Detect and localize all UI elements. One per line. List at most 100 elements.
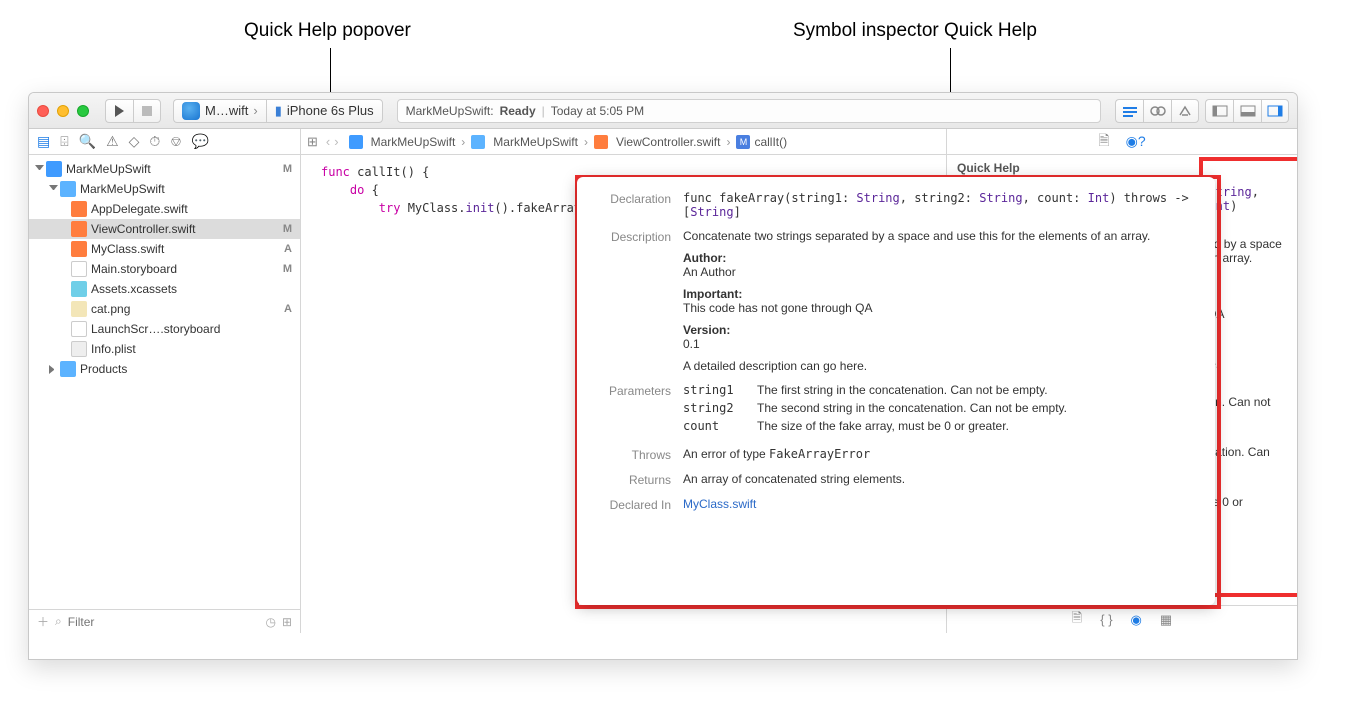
qh-declaredin-link[interactable]: MyClass.swift (683, 497, 1197, 512)
status-project: MarkMeUpSwift: (406, 104, 494, 118)
qh-label-parameters: Parameters (595, 383, 683, 437)
object-library-tab[interactable]: ◉ (1131, 612, 1142, 628)
toggle-utilities-button[interactable] (1261, 99, 1289, 123)
scheme-device-label: iPhone 6s Plus (287, 103, 374, 118)
source-editor[interactable]: func callIt() { do { try MyClass.init().… (301, 155, 947, 633)
run-stop-group (105, 99, 161, 123)
tree-item[interactable]: Assets.xcassets (29, 279, 300, 299)
swift-icon (594, 135, 608, 149)
chevron-icon: › (461, 135, 465, 149)
quickhelp-inspector-tab[interactable]: ◉? (1126, 133, 1146, 150)
tree-item[interactable]: LaunchScr….storyboard (29, 319, 300, 339)
left-pane-icon (1212, 105, 1228, 117)
disclosure-triangle-icon[interactable] (49, 365, 58, 374)
run-button[interactable] (105, 99, 133, 123)
assistant-editor-icon (1150, 104, 1166, 118)
titlebar: M…wift › ▮ iPhone 6s Plus MarkMeUpSwift:… (29, 93, 1297, 129)
annotation-inspector-label: Symbol inspector Quick Help (793, 20, 1037, 42)
tree-products[interactable]: Products (29, 359, 300, 379)
method-icon: M (736, 135, 750, 149)
breakpoint-navigator-tab[interactable]: ⎊ (170, 133, 181, 150)
project-icon (46, 161, 62, 177)
tree-item[interactable]: Main.storyboard M (29, 259, 300, 279)
file-inspector-tab[interactable]: 🗎 (1098, 130, 1109, 154)
filter-icon: ⌕ (55, 614, 62, 629)
scheme-target-label: M…wift (205, 103, 248, 118)
navigator-filter-bar: ＋ ⌕ ◷ ⊞ (29, 609, 300, 633)
back-button[interactable]: ‹ (326, 134, 330, 149)
qh-description: Concatenate two strings separated by a s… (683, 229, 1197, 373)
scm-status: M (283, 163, 292, 175)
jump-project[interactable]: MarkMeUpSwift (349, 135, 456, 149)
recent-filter-button[interactable]: ◷ (265, 615, 275, 629)
test-navigator-tab[interactable]: ◇ (129, 133, 140, 150)
image-icon (71, 301, 87, 317)
jump-bar: ⊞ ‹ › MarkMeUpSwift › MarkMeUpSwift › Vi… (301, 129, 947, 154)
annotation-popover-label: Quick Help popover (244, 20, 411, 42)
window-controls (37, 105, 89, 117)
qh-parameters: string1The first string in the concatena… (683, 383, 1197, 437)
toggle-debug-button[interactable] (1233, 99, 1261, 123)
project-navigator: MarkMeUpSwift M MarkMeUpSwift AppDelegat… (29, 155, 301, 633)
issue-navigator-tab[interactable]: ⚠ (106, 133, 119, 150)
disclosure-triangle-icon[interactable] (49, 185, 58, 194)
forward-button[interactable]: › (334, 134, 338, 149)
zoom-window-button[interactable] (77, 105, 89, 117)
standard-editor-button[interactable] (1115, 99, 1143, 123)
tree-item[interactable]: AppDelegate.swift (29, 199, 300, 219)
disclosure-triangle-icon[interactable] (35, 165, 44, 174)
add-button[interactable]: ＋ (37, 613, 49, 630)
jump-file[interactable]: ViewController.swift (594, 135, 720, 149)
app-icon (182, 102, 200, 120)
stop-button[interactable] (133, 99, 161, 123)
plist-icon (71, 341, 87, 357)
chevron-icon: › (726, 135, 730, 149)
version-editor-button[interactable] (1171, 99, 1199, 123)
storyboard-icon (71, 321, 87, 337)
tree-item[interactable]: cat.png A (29, 299, 300, 319)
status-time: Today at 5:05 PM (551, 104, 644, 118)
jump-group[interactable]: MarkMeUpSwift (471, 135, 578, 149)
secondary-bar: ▤ ⌹ 🔍 ⚠ ◇ ⏱ ⎊ 💬 ⊞ ‹ › MarkMeUpSwift › Ma… (29, 129, 1297, 155)
scheme-destination-button[interactable]: ▮ iPhone 6s Plus (266, 99, 383, 123)
status-separator: | (542, 104, 545, 118)
qh-throws: An error of type FakeArrayError (683, 447, 1197, 462)
report-navigator-tab[interactable]: 💬 (192, 133, 209, 150)
tree-group[interactable]: MarkMeUpSwift (29, 179, 300, 199)
tree-item-selected[interactable]: ViewController.swift M (29, 219, 300, 239)
minimize-window-button[interactable] (57, 105, 69, 117)
find-navigator-tab[interactable]: 🔍 (79, 133, 96, 150)
tree-item[interactable]: Info.plist (29, 339, 300, 359)
symbol-navigator-tab[interactable]: ⌹ (60, 133, 68, 150)
related-items-button[interactable]: ⊞ (307, 134, 318, 150)
right-pane-icon (1267, 105, 1283, 117)
folder-icon (60, 361, 76, 377)
swift-icon (71, 221, 87, 237)
assistant-editor-button[interactable] (1143, 99, 1171, 123)
scheme-target-button[interactable]: M…wift › (173, 99, 266, 123)
media-library-tab[interactable]: ▦ (1160, 612, 1172, 628)
tree-item[interactable]: MyClass.swift A (29, 239, 300, 259)
tree-group-label: MarkMeUpSwift (80, 182, 165, 196)
scheme-selector: M…wift › ▮ iPhone 6s Plus (173, 99, 383, 123)
code-snippet-library-tab[interactable]: { } (1100, 612, 1112, 627)
tree-root[interactable]: MarkMeUpSwift M (29, 159, 300, 179)
file-template-library-tab[interactable]: 🗎 (1072, 609, 1082, 631)
standard-editor-icon (1122, 105, 1138, 117)
close-window-button[interactable] (37, 105, 49, 117)
filter-input[interactable] (68, 615, 260, 629)
stop-icon (142, 106, 152, 116)
toggle-navigator-button[interactable] (1205, 99, 1233, 123)
scm-filter-button[interactable]: ⊞ (282, 615, 292, 629)
activity-status: MarkMeUpSwift: Ready | Today at 5:05 PM (397, 99, 1101, 123)
assets-icon (71, 281, 87, 297)
inspector-selector: 🗎 ◉? (947, 129, 1297, 154)
folder-icon (471, 135, 485, 149)
qh-label-declaration: Declaration (595, 191, 683, 219)
project-navigator-tab[interactable]: ▤ (37, 133, 50, 150)
status-state: Ready (500, 104, 536, 118)
xcode-window: M…wift › ▮ iPhone 6s Plus MarkMeUpSwift:… (28, 92, 1298, 660)
debug-navigator-tab[interactable]: ⏱ (149, 133, 160, 150)
bottom-pane-icon (1240, 105, 1256, 117)
jump-symbol[interactable]: McallIt() (736, 135, 787, 149)
